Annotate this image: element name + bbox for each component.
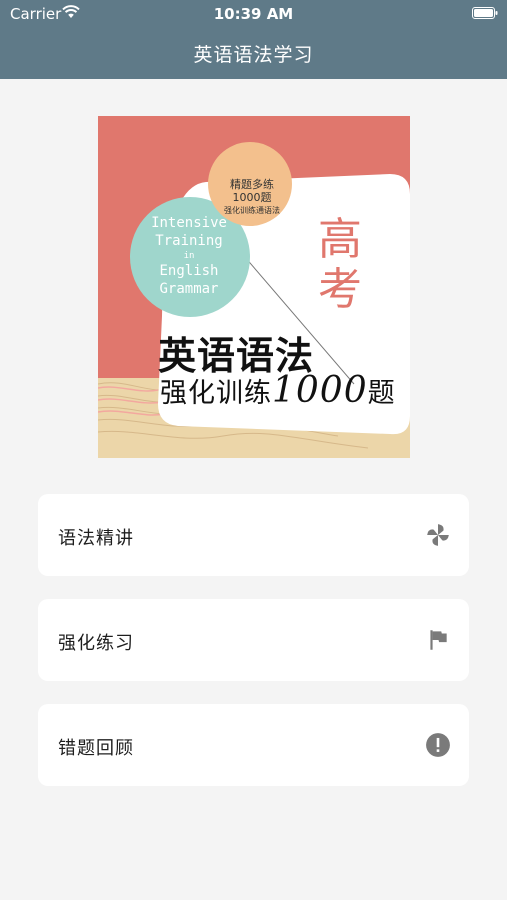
battery-icon — [472, 7, 498, 19]
cover-subtitle: 强化训练1000题 — [160, 370, 396, 411]
cover-english-line1: Intensive — [151, 215, 227, 231]
menu-item-label: 语法精讲 — [58, 528, 134, 549]
cover-english-title: Intensive Training in English Grammar — [134, 214, 244, 298]
menu-item-grammar-lectures[interactable]: 语法精讲 — [38, 494, 469, 576]
menu-item-label: 强化练习 — [58, 633, 134, 654]
status-bar: Carrier 10:39 AM — [0, 0, 507, 28]
cover-badge-text: 精题多练 1000题 强化训练通语法 — [212, 178, 292, 217]
alert-icon — [426, 733, 450, 757]
cover-subtitle-part1: 强化训练 — [160, 378, 272, 409]
cover-badge-line2: 1000题 — [232, 191, 272, 204]
flag-icon — [430, 630, 447, 650]
cover-badge-line1: 精题多练 — [230, 178, 274, 191]
cover-english-line4: English — [159, 263, 219, 279]
cover-english-line3: in — [183, 251, 195, 261]
clock: 10:39 AM — [213, 5, 294, 23]
cover-gaokao-text: 高考 — [318, 214, 362, 315]
page-title: 英语语法学习 — [193, 44, 314, 66]
cover-english-line2: Training — [155, 233, 223, 249]
pinwheel-icon — [427, 524, 449, 546]
menu-item-intensive-practice[interactable]: 强化练习 — [38, 599, 469, 681]
cover-subtitle-number: 1000 — [272, 370, 368, 411]
menu-item-label: 错题回顾 — [58, 738, 134, 759]
cover-english-line5: Grammar — [159, 281, 219, 297]
menu-item-mistake-review[interactable]: 错题回顾 — [38, 704, 469, 786]
cover-subtitle-part2: 题 — [367, 378, 396, 409]
navigation-bar: Carrier 10:39 AM 英语语法学习 — [0, 0, 507, 79]
